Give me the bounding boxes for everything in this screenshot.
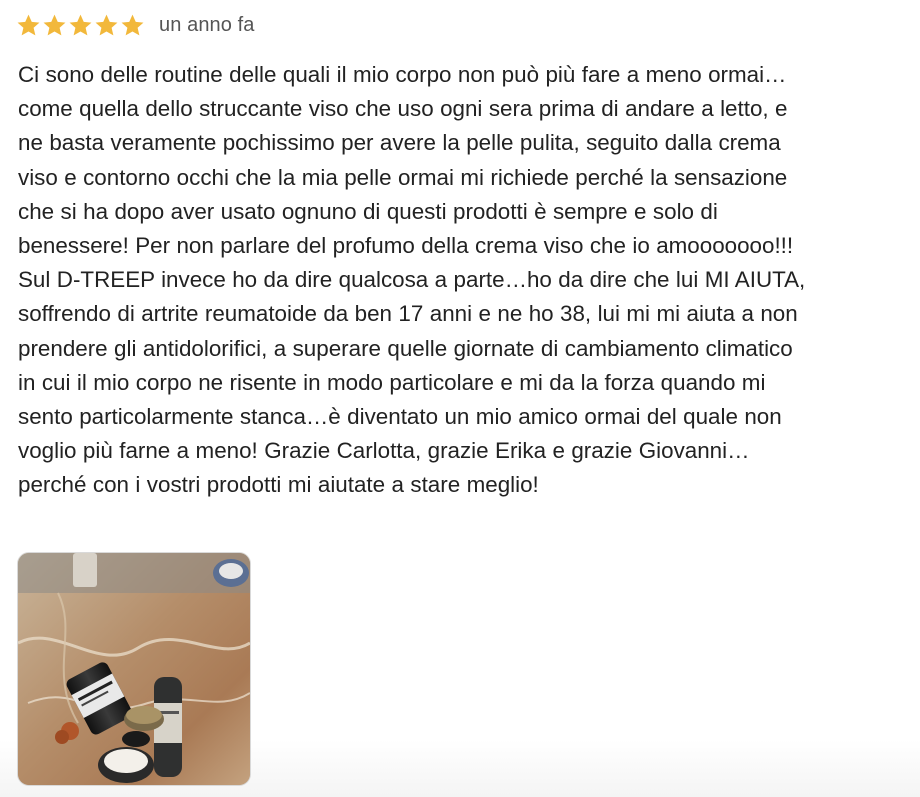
review-text-line: in cui il mio corpo ne risente in modo p… [18, 369, 766, 395]
review-date: un anno fa [159, 13, 255, 36]
review-text-line: viso e contorno occhi che la mia pelle o… [18, 164, 788, 190]
star-icon [16, 13, 41, 38]
review-text-line: Sul D-TREEP invece ho da dire qualcosa a… [18, 267, 806, 293]
review-text-line: benessere! Per non parlare del profumo d… [18, 233, 794, 259]
star-icon [42, 13, 67, 38]
review-text-line: voglio più farne a meno! Grazie Carlotta… [18, 438, 750, 464]
review-text-line: ne basta veramente pochissimo per avere … [18, 130, 781, 156]
review-text-line: che si ha dopo aver usato ognuno di ques… [18, 198, 718, 224]
review-text-line: perché con i vostri prodotti mi aiutate … [18, 472, 539, 498]
review-text-line: come quella dello struccante viso che us… [18, 96, 788, 122]
review-text-line: Ci sono delle routine delle quali il mio… [18, 62, 787, 87]
star-icon [68, 13, 93, 38]
review-text-line: soffrendo di artrite reumatoide da ben 1… [18, 301, 798, 327]
star-rating [16, 13, 145, 38]
star-icon [120, 13, 145, 38]
review-card: un anno fa Ci sono delle routine delle q… [0, 0, 920, 797]
review-header: un anno fa [16, 10, 255, 40]
review-text-line: prendere gli antidolorifici, a superare … [18, 335, 793, 361]
review-text: Ci sono delle routine delle quali il mio… [18, 58, 918, 503]
review-photo-thumbnail[interactable] [17, 552, 251, 786]
product-photo-icon [18, 553, 250, 785]
review-text-line: sento particolarmente stanca…è diventato… [18, 404, 782, 430]
star-icon [94, 13, 119, 38]
